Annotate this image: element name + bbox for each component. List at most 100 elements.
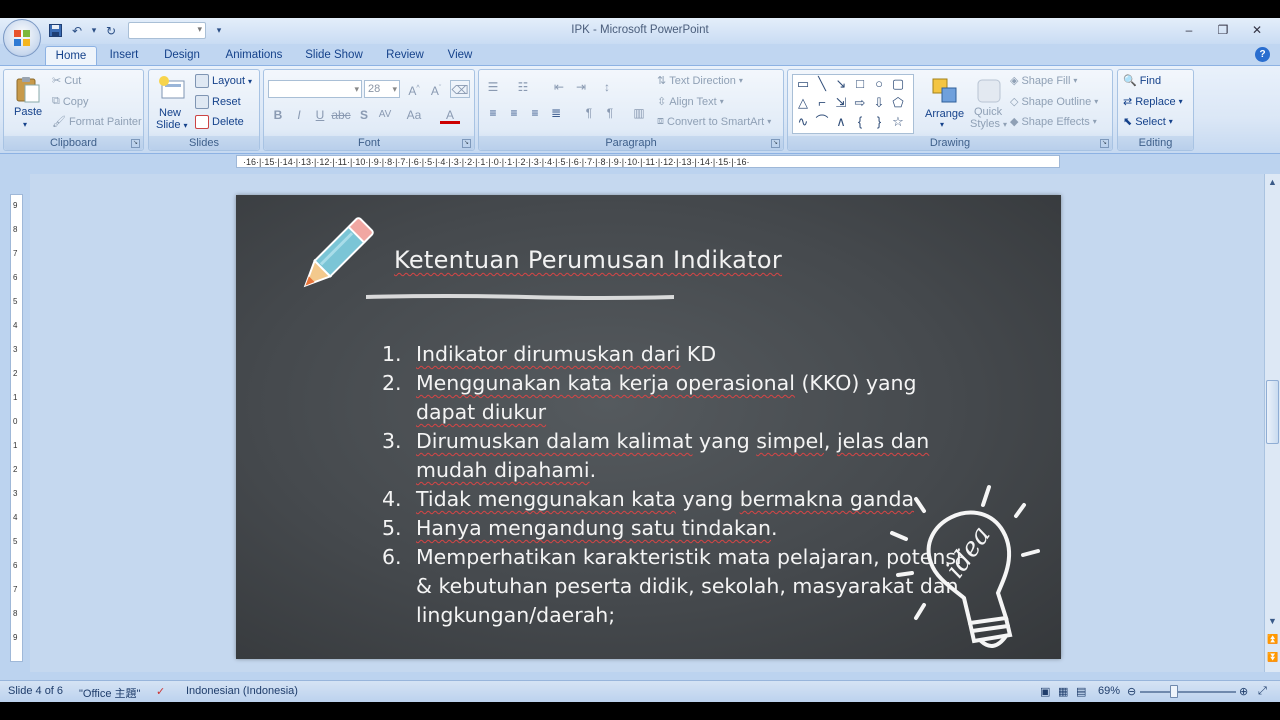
arrange-button[interactable]: Arrange — [925, 108, 964, 120]
bullets-icon[interactable]: ☰ — [483, 78, 503, 96]
close-button[interactable]: ✕ — [1240, 20, 1274, 40]
font-color-icon[interactable]: A — [440, 106, 460, 124]
star-shape-icon[interactable]: ☆ — [890, 114, 906, 130]
slide-title[interactable]: Ketentuan Perumusan Indikator — [394, 246, 782, 274]
right-brace-shape-icon[interactable]: } — [871, 114, 887, 130]
slide-canvas[interactable]: Ketentuan Perumusan Indikator 1. Indikato… — [236, 195, 1061, 659]
bold-icon[interactable]: B — [268, 106, 288, 124]
justify-icon[interactable]: ≣ — [546, 104, 566, 122]
paste-dropdown-icon[interactable]: ▾ — [23, 120, 27, 129]
tab-insert[interactable]: Insert — [104, 46, 144, 66]
reset-button[interactable]: Reset — [195, 95, 241, 109]
shape-effects-button[interactable]: ◆ Shape Effects ▾ — [1010, 115, 1097, 129]
vertical-scrollbar[interactable]: ▲ ▼ ⏫ ⏬ — [1264, 174, 1280, 672]
arrange-dropdown-icon[interactable]: ▾ — [940, 120, 944, 129]
vertical-ruler[interactable]: 9 8 7 6 5 4 3 2 1 0 1 2 3 4 5 6 7 8 9 — [10, 194, 23, 662]
quick-styles-label-2[interactable]: Styles ▾ — [970, 118, 1007, 130]
delete-button[interactable]: Delete — [195, 115, 244, 129]
zoom-slider[interactable] — [1140, 691, 1236, 693]
zoom-in-icon[interactable]: ⊕ — [1239, 685, 1248, 698]
triangle-shape-icon[interactable]: △ — [795, 95, 811, 111]
copy-button[interactable]: ⧉ Copy — [52, 95, 89, 108]
paragraph-launcher-icon[interactable]: ↘ — [771, 139, 780, 148]
tab-animations[interactable]: Animations — [220, 46, 288, 66]
align-left-icon[interactable]: ≡ — [483, 104, 503, 122]
tab-slide-show[interactable]: Slide Show — [300, 46, 368, 66]
text-shadow-icon[interactable]: S — [354, 106, 374, 124]
elbow-arrow-shape-icon[interactable]: ⇲ — [833, 95, 849, 111]
clear-formatting-icon[interactable]: ⌫ — [450, 80, 470, 98]
elbow-connector-shape-icon[interactable]: ⌐ — [814, 95, 830, 111]
font-size-combo[interactable]: 28 — [364, 80, 400, 98]
rounded-rect-shape-icon[interactable]: ▢ — [890, 76, 906, 92]
text-direction-button[interactable]: ⇅ Text Direction ▾ — [657, 74, 743, 88]
zoom-out-icon[interactable]: ⊖ — [1127, 685, 1136, 698]
replace-button[interactable]: ⇄ Replace ▾ — [1123, 95, 1183, 109]
columns-icon[interactable]: ▥ — [629, 104, 649, 122]
drawing-launcher-icon[interactable]: ↘ — [1100, 139, 1109, 148]
font-launcher-icon[interactable]: ↘ — [462, 139, 471, 148]
shapes-gallery[interactable]: ▭ ╲ ↘ □ ○ ▢ △ ⌐ ⇲ ⇨ ⇩ ⬠ ∿ ⌒ ∧ { } ☆ — [792, 74, 914, 134]
normal-view-icon[interactable]: ▣ — [1040, 685, 1050, 698]
cut-button[interactable]: ✂ Cut — [52, 74, 81, 88]
arrow-line-shape-icon[interactable]: ↘ — [833, 76, 849, 92]
right-arrow-shape-icon[interactable]: ⇨ — [852, 95, 868, 111]
change-case-icon[interactable]: Aa — [404, 106, 424, 124]
shape-outline-button[interactable]: ◇ Shape Outline ▾ — [1010, 95, 1098, 109]
language-indicator[interactable]: Indonesian (Indonesia) — [186, 685, 298, 697]
strikethrough-icon[interactable]: abc — [331, 106, 351, 124]
paste-button[interactable]: Paste — [14, 106, 42, 118]
scribble-shape-icon[interactable]: ∿ — [795, 114, 811, 130]
align-center-icon[interactable]: ≡ — [504, 104, 524, 122]
ltr-icon[interactable]: ¶ — [600, 104, 620, 122]
layout-button[interactable]: Layout ▾ — [195, 74, 252, 88]
oval-shape-icon[interactable]: ○ — [871, 76, 887, 92]
new-slide-icon[interactable] — [157, 74, 187, 104]
select-button[interactable]: ⬉ Select ▾ — [1123, 115, 1173, 129]
pentagon-shape-icon[interactable]: ⬠ — [890, 95, 906, 111]
next-slide-icon[interactable]: ⏬ — [1267, 652, 1278, 663]
horizontal-ruler[interactable]: ·16·|·15·|·14·|·13·|·12·|·11·|·10·|·9·|·… — [236, 155, 1060, 168]
scroll-down-icon[interactable]: ▼ — [1267, 616, 1278, 627]
freeform-shape-icon[interactable]: ∧ — [833, 114, 849, 130]
fit-to-window-icon[interactable]: ⤢ — [1258, 685, 1267, 698]
tab-design[interactable]: Design — [158, 46, 206, 66]
convert-smartart-button[interactable]: ⧈ Convert to SmartArt ▾ — [657, 115, 771, 128]
slide-show-icon[interactable]: ▤ — [1076, 685, 1086, 698]
arc-shape-icon[interactable]: ⌒ — [814, 114, 830, 130]
scroll-thumb[interactable] — [1266, 380, 1279, 444]
down-arrow-shape-icon[interactable]: ⇩ — [871, 95, 887, 111]
arrange-icon[interactable] — [930, 76, 960, 106]
new-slide-label-1[interactable]: New — [159, 107, 181, 119]
tab-home[interactable]: Home — [45, 46, 97, 66]
grow-font-icon[interactable]: A^ — [404, 80, 424, 98]
zoom-level[interactable]: 69% — [1098, 685, 1120, 697]
clipboard-launcher-icon[interactable]: ↘ — [131, 139, 140, 148]
increase-indent-icon[interactable]: ⇥ — [571, 78, 591, 96]
spellcheck-icon[interactable]: ✓ — [156, 685, 165, 698]
rectangle-shape-icon[interactable]: □ — [852, 76, 868, 92]
restore-button[interactable]: ❐ — [1206, 20, 1240, 40]
paste-icon[interactable] — [13, 74, 43, 104]
shape-fill-button[interactable]: ◈ Shape Fill ▾ — [1010, 74, 1077, 88]
line-spacing-icon[interactable]: ↕ — [597, 78, 617, 96]
line-shape-icon[interactable]: ╲ — [814, 76, 830, 92]
quick-styles-label-1[interactable]: Quick — [974, 106, 1002, 118]
font-name-combo[interactable] — [268, 80, 362, 98]
align-text-button[interactable]: ⇳ Align Text ▾ — [657, 95, 724, 109]
tab-review[interactable]: Review — [381, 46, 429, 66]
align-right-icon[interactable]: ≡ — [525, 104, 545, 122]
new-slide-label-2[interactable]: Slide ▾ — [156, 119, 187, 131]
italic-icon[interactable]: I — [289, 106, 309, 124]
previous-slide-icon[interactable]: ⏫ — [1267, 634, 1278, 645]
tab-view[interactable]: View — [442, 46, 478, 66]
numbering-icon[interactable]: ☷ — [513, 78, 533, 96]
quick-styles-icon[interactable] — [974, 76, 1004, 106]
office-button[interactable] — [3, 19, 41, 57]
slide-sorter-icon[interactable]: ▦ — [1058, 685, 1068, 698]
left-brace-shape-icon[interactable]: { — [852, 114, 868, 130]
theme-name[interactable]: "Office 主題" — [79, 685, 140, 701]
shrink-font-icon[interactable]: Aˇ — [426, 80, 446, 98]
find-button[interactable]: 🔍 Find — [1123, 74, 1161, 88]
help-icon[interactable]: ? — [1255, 47, 1270, 62]
